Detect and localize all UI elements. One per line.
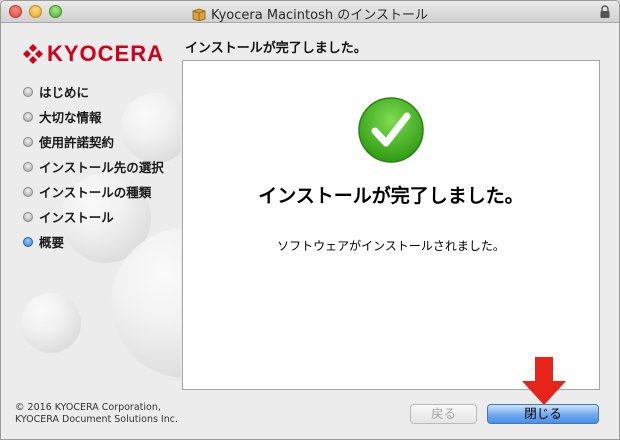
step-item-license: 使用許諾契約	[23, 129, 164, 154]
step-bullet-icon	[23, 186, 33, 197]
step-bullet-icon	[23, 111, 33, 122]
step-bullet-icon	[23, 161, 33, 172]
checkmark-circle-icon	[358, 97, 424, 163]
step-bullet-active-icon	[23, 236, 33, 247]
copyright: © 2016 KYOCERA Corporation, KYOCERA Docu…	[15, 402, 178, 426]
step-label: インストールの種類	[39, 185, 152, 200]
window-title: Kyocera Macintosh のインストール	[211, 8, 428, 23]
copyright-line: KYOCERA Document Solutions Inc.	[15, 414, 178, 425]
completion-detail: ソフトウェアがインストールされました。	[277, 239, 505, 253]
logo-text: KYOCERA	[47, 41, 165, 66]
step-item-important-info: 大切な情報	[23, 104, 164, 129]
step-label: インストール先の選択	[39, 160, 164, 175]
step-bullet-icon	[23, 136, 33, 147]
completion-message: インストールが完了しました。	[258, 185, 524, 207]
step-bullet-icon	[23, 211, 33, 222]
installer-window: Kyocera Macintosh のインストール KYOCERA はじめに 大…	[0, 0, 620, 440]
step-list: はじめに 大切な情報 使用許諾契約 インストール先の選択 インストールの種類 イ…	[23, 79, 164, 254]
kyocera-logo: KYOCERA	[23, 41, 164, 67]
lock-icon	[600, 5, 610, 18]
kyocera-emblem-icon	[23, 44, 43, 64]
step-label: 概要	[39, 235, 65, 250]
step-item-introduction: はじめに	[23, 79, 164, 104]
package-icon	[192, 8, 206, 21]
close-button[interactable]: 閉じる	[487, 404, 599, 424]
red-down-arrow-icon	[522, 357, 566, 405]
step-item-summary: 概要	[23, 229, 164, 254]
decorative-sphere	[21, 293, 81, 353]
step-item-install-type: インストールの種類	[23, 179, 164, 204]
window-title-wrap: Kyocera Macintosh のインストール	[1, 4, 619, 23]
step-label: インストール	[39, 210, 114, 225]
back-button[interactable]: 戻る	[410, 404, 477, 424]
title-bar[interactable]: Kyocera Macintosh のインストール	[1, 1, 619, 23]
step-label: 大切な情報	[39, 110, 102, 125]
step-label: 使用許諾契約	[39, 135, 115, 150]
step-label: はじめに	[39, 85, 90, 100]
content-panel: インストールが完了しました。 ソフトウェアがインストールされました。	[182, 60, 600, 390]
page-heading: インストールが完了しました。	[185, 41, 367, 56]
step-bullet-icon	[23, 86, 33, 97]
copyright-line: © 2016 KYOCERA Corporation,	[15, 402, 161, 413]
step-item-destination: インストール先の選択	[23, 154, 164, 179]
step-item-installation: インストール	[23, 204, 164, 229]
